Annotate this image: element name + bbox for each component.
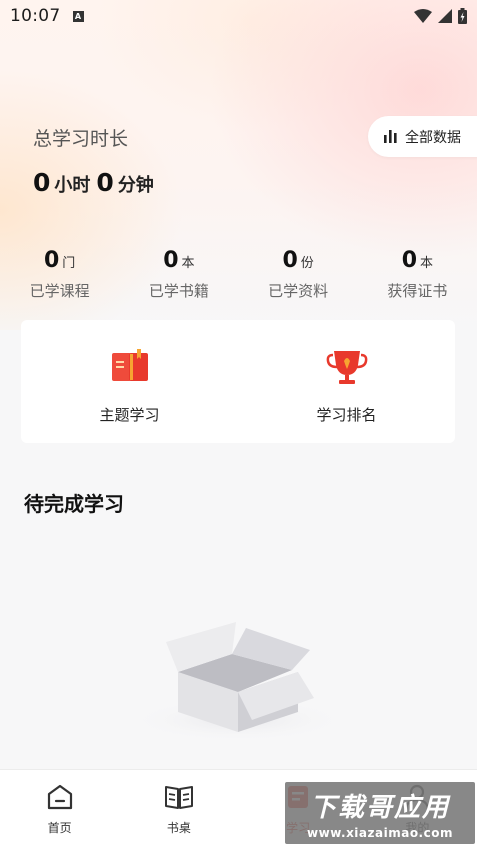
hours-unit: 小时 — [54, 175, 91, 196]
signal-icon — [438, 9, 452, 23]
status-icons — [414, 8, 467, 24]
total-study-time-title: 总学习时长 — [33, 128, 129, 150]
stat-value: 0 — [163, 248, 179, 273]
a-icon: A — [72, 10, 84, 22]
theme-study-label: 主题学习 — [99, 406, 160, 424]
trophy-icon — [326, 351, 367, 384]
stat-materials[interactable]: 0 份 已学资料 — [239, 248, 358, 301]
all-data-button[interactable]: 全部数据 — [368, 116, 477, 157]
stat-books[interactable]: 0 本 已学书籍 — [119, 248, 238, 301]
book-icon — [111, 349, 148, 381]
stat-unit: 份 — [300, 256, 314, 271]
battery-icon — [458, 8, 467, 24]
watermark-title: 下载哥应用 — [309, 792, 450, 823]
stat-value: 0 — [282, 248, 298, 273]
all-data-label: 全部数据 — [405, 129, 461, 146]
stat-label: 获得证书 — [387, 282, 448, 300]
nav-desk-label: 书桌 — [166, 821, 191, 835]
nav-home-label: 首页 — [47, 821, 72, 835]
stat-unit: 本 — [420, 256, 434, 271]
watermark: 下载哥应用 www.xiazaimao.com — [285, 782, 475, 844]
stat-certificates[interactable]: 0 本 获得证书 — [358, 248, 477, 301]
study-stats: 0 门 已学课程 0 本 已学书籍 0 份 已学资料 0 本 获得证书 — [0, 248, 477, 301]
watermark-url: www.xiazaimao.com — [307, 825, 453, 840]
open-book-icon — [164, 786, 193, 809]
total-study-time-value: 0 小时 0 分钟 — [33, 168, 160, 197]
nav-home[interactable]: 首页 — [0, 770, 119, 848]
status-bar: 10:07 A — [0, 0, 477, 32]
stat-courses[interactable]: 0 门 已学课程 — [0, 248, 119, 301]
home-icon — [47, 784, 72, 810]
stat-label: 已学书籍 — [148, 282, 209, 300]
stat-value: 0 — [401, 248, 418, 273]
hours-value: 0 — [33, 168, 51, 197]
minutes-unit: 分钟 — [117, 175, 154, 196]
empty-box-icon — [128, 622, 348, 742]
wifi-icon — [414, 9, 432, 23]
minutes-value: 0 — [96, 168, 114, 197]
nav-desk[interactable]: 书桌 — [119, 770, 238, 848]
stat-label: 已学资料 — [268, 282, 329, 300]
study-ranking-label: 学习排名 — [316, 406, 377, 424]
status-time: 10:07 — [10, 6, 61, 26]
feature-card: 主题学习 学习排名 — [21, 320, 455, 443]
theme-study-button[interactable]: 主题学习 — [21, 320, 238, 443]
bar-chart-icon — [384, 130, 397, 143]
pending-study-title: 待完成学习 — [24, 492, 124, 516]
stat-value: 0 — [43, 248, 60, 273]
study-ranking-button[interactable]: 学习排名 — [238, 320, 455, 443]
stat-unit: 本 — [181, 256, 195, 271]
stat-label: 已学课程 — [29, 282, 90, 300]
stat-unit: 门 — [62, 256, 76, 271]
